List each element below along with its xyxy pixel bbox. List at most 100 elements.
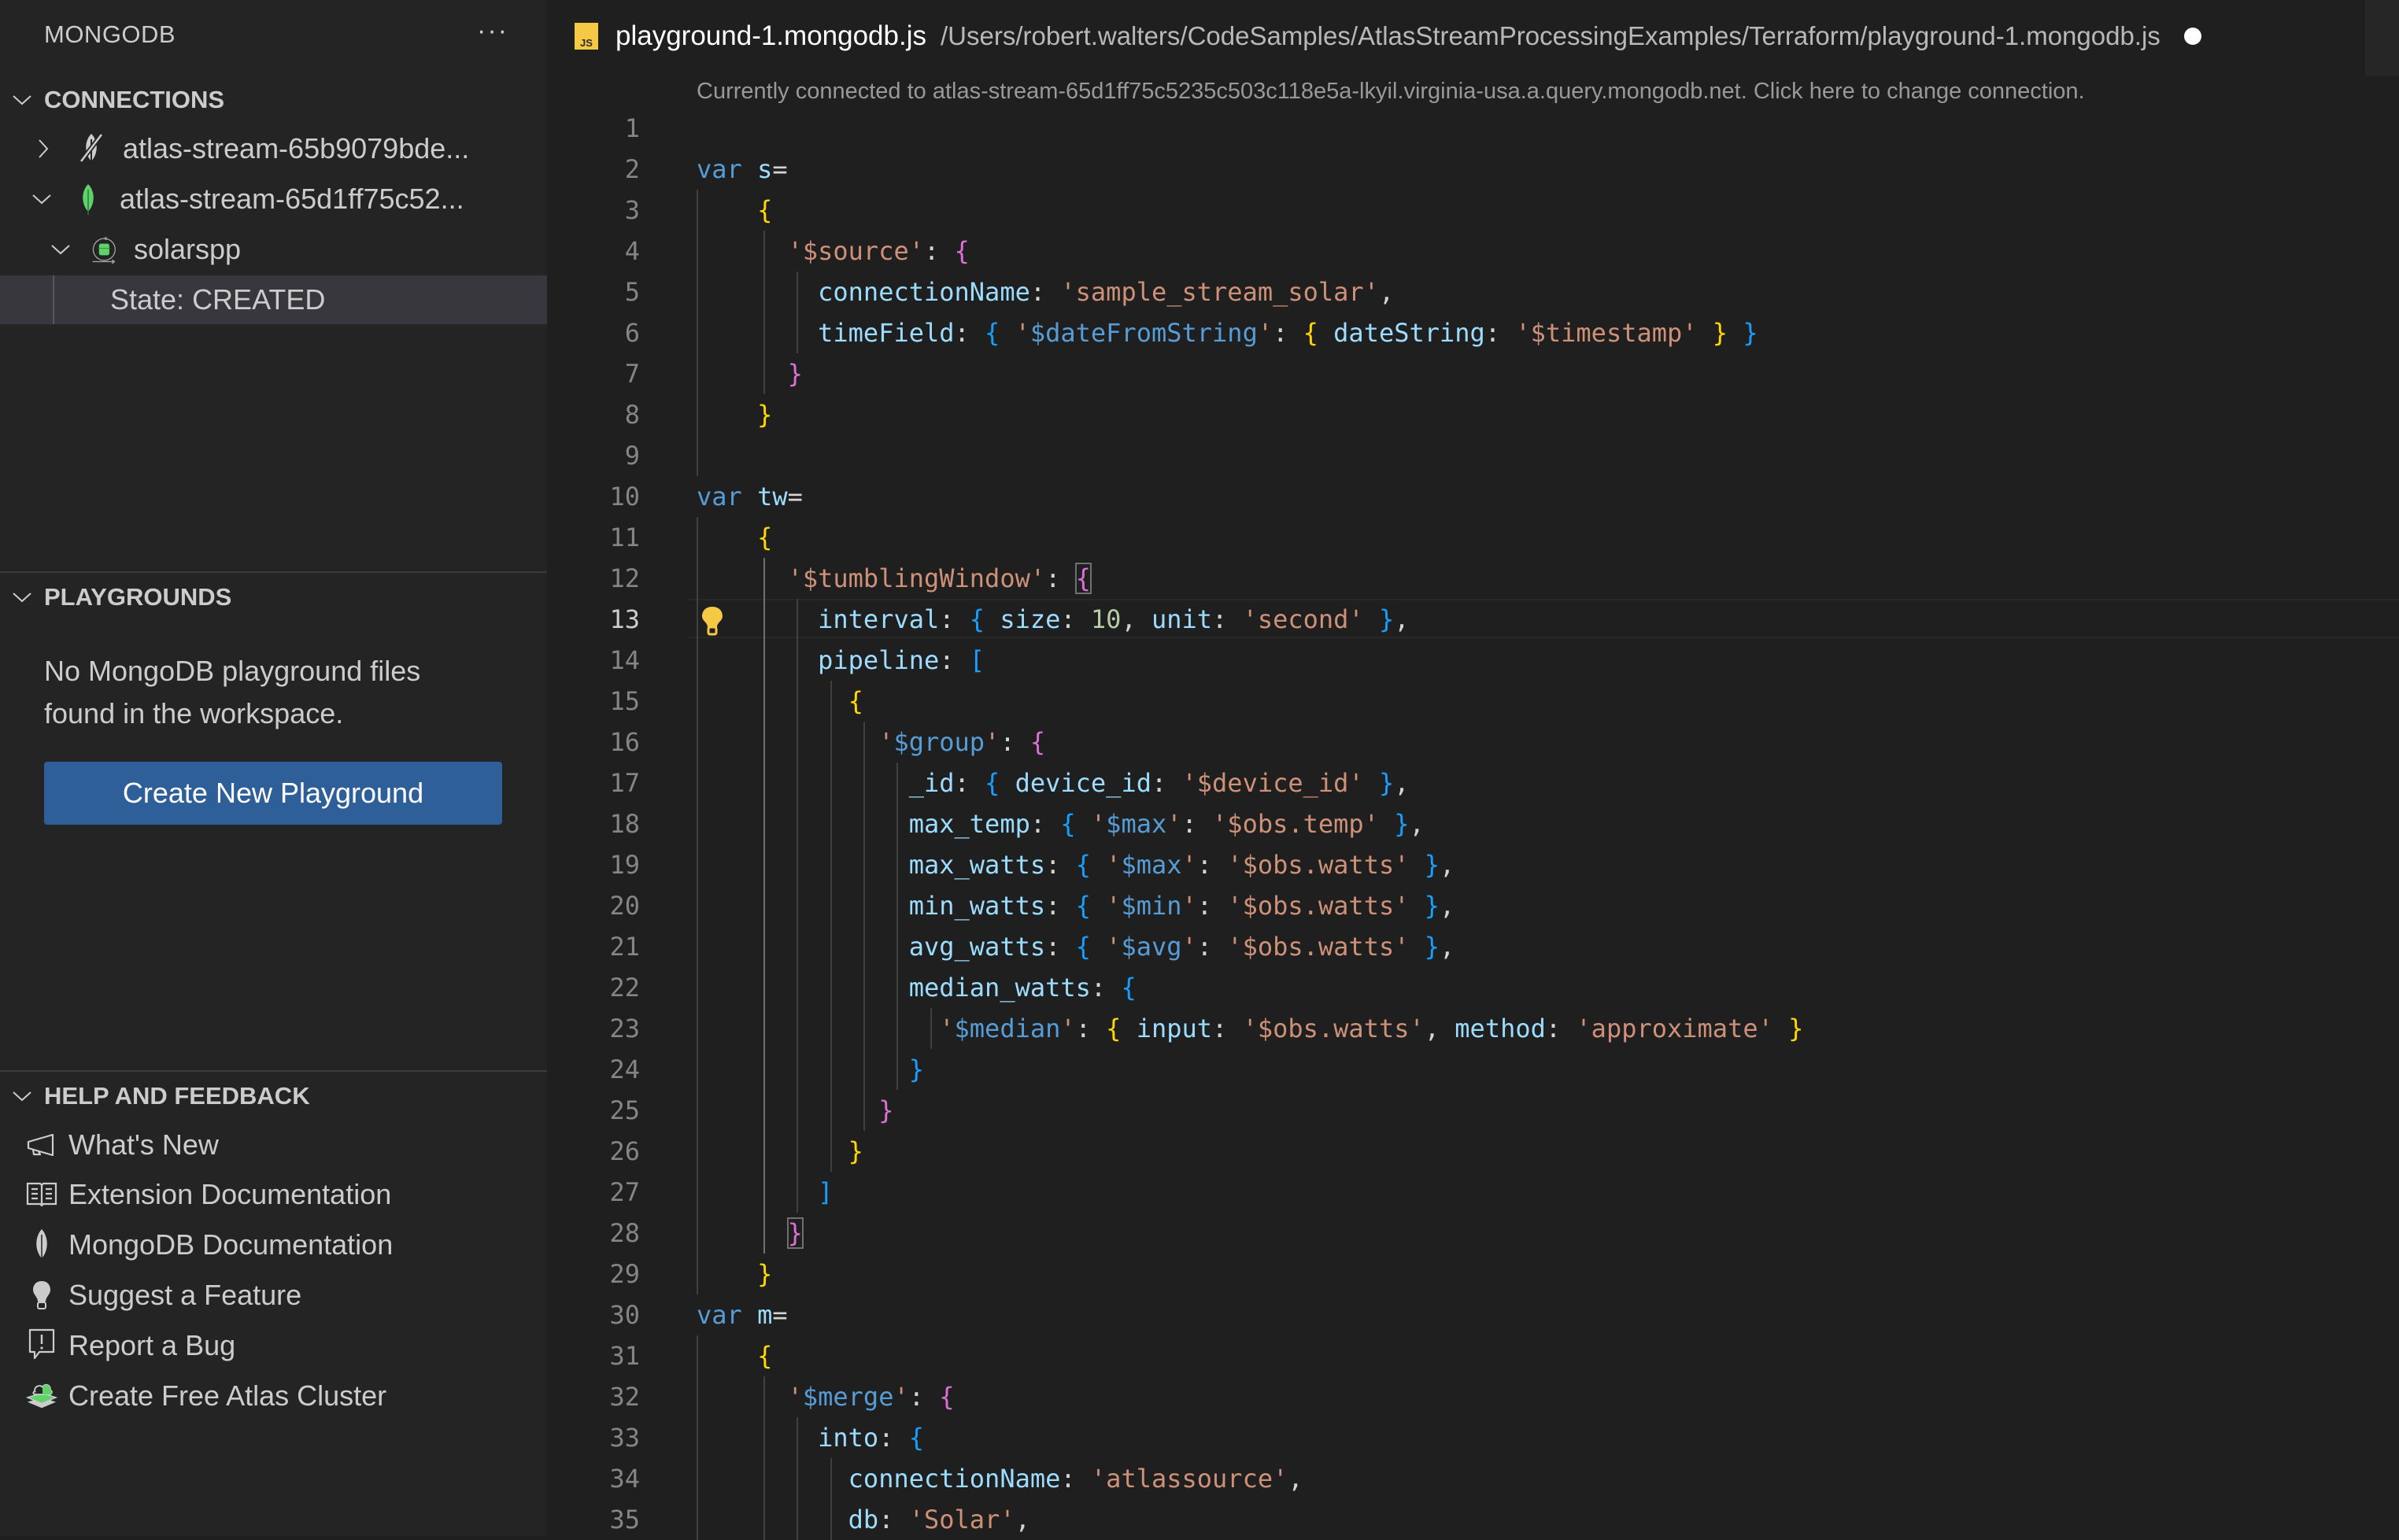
line-number: 6: [624, 318, 640, 348]
code-token-str: '$obs.watts': [1227, 891, 1410, 921]
line-number: 20: [609, 891, 640, 921]
more-actions-button[interactable]: ···: [477, 16, 508, 46]
tree-indent-guide: [53, 275, 54, 324]
code-token-str: '$obs.watts': [1242, 1014, 1425, 1043]
connection-codelens-link[interactable]: Currently connected to atlas-stream-65d1…: [697, 79, 2085, 105]
line-number: 24: [609, 1054, 640, 1084]
code-token-b1: {: [1303, 318, 1318, 348]
code-token-b1: }: [1788, 1014, 1804, 1043]
code-line[interactable]: '$merge': {: [697, 1376, 955, 1417]
code-line[interactable]: }: [697, 1254, 772, 1294]
code-line[interactable]: '$source': {: [697, 231, 970, 271]
line-number: 21: [609, 932, 640, 962]
stream-processor-item[interactable]: solarspp: [0, 225, 547, 274]
line-number: 9: [624, 441, 640, 471]
code-token-op: [1000, 768, 1015, 798]
code-token-b3: {: [1121, 973, 1137, 1003]
code-token-b1: }: [757, 400, 773, 430]
help-item-whats-new[interactable]: What's New: [0, 1121, 547, 1169]
code-token-op: [742, 482, 757, 511]
code-line[interactable]: interval: { size: 10, unit: 'second' },: [697, 599, 1409, 640]
connection-label: atlas-stream-65b9079bde...: [123, 132, 470, 164]
code-token-str: ': [985, 727, 1000, 757]
line-number: 4: [624, 236, 640, 266]
code-line[interactable]: timeField: { '$dateFromString': { dateSt…: [697, 312, 1758, 353]
code-line[interactable]: }: [697, 1131, 863, 1172]
playgrounds-section-header[interactable]: PLAYGROUNDS: [0, 578, 547, 617]
help-item-suggest-feature[interactable]: Suggest a Feature: [0, 1271, 547, 1320]
code-line[interactable]: avg_watts: { '$avg': '$obs.watts' },: [697, 926, 1455, 967]
code-token-punct: ,: [1288, 1464, 1303, 1494]
code-line[interactable]: {: [697, 190, 772, 231]
code-token-str: ': [1015, 318, 1030, 348]
help-header-label: HELP AND FEEDBACK: [44, 1082, 310, 1110]
code-line[interactable]: '$tumblingWindow': {: [697, 558, 1092, 599]
code-line[interactable]: into: {: [697, 1417, 924, 1458]
code-token-op: [1364, 604, 1379, 634]
code-line[interactable]: pipeline: [: [697, 640, 985, 681]
code-line[interactable]: var s=: [697, 149, 788, 190]
code-token-prop: size: [1000, 604, 1061, 634]
playgrounds-header-label: PLAYGROUNDS: [44, 583, 232, 611]
code-token-b3: }: [1743, 318, 1758, 348]
code-token-punct: :: [1196, 891, 1228, 921]
code-line[interactable]: max_temp: { '$max': '$obs.temp' },: [697, 803, 1425, 844]
code-token-op: [1121, 1014, 1136, 1043]
editor-tab[interactable]: JS playground-1.mongodb.js /Users/robert…: [547, 0, 2399, 72]
code-line[interactable]: var tw=: [697, 476, 803, 517]
code-line[interactable]: var m=: [697, 1294, 788, 1335]
code-line[interactable]: }: [697, 1090, 893, 1131]
code-line[interactable]: connectionName: 'sample_stream_solar',: [697, 271, 1394, 312]
unsaved-changes-dot-icon[interactable]: [2183, 28, 2201, 45]
code-line[interactable]: '$group': {: [697, 722, 1045, 763]
line-number: 17: [609, 768, 640, 798]
code-line[interactable]: }: [697, 1049, 924, 1090]
line-number: 7: [624, 359, 640, 389]
code-line[interactable]: {: [697, 681, 863, 722]
code-line[interactable]: '$median': { input: '$obs.watts', method…: [697, 1008, 1803, 1049]
code-token-op: [1409, 850, 1424, 880]
chevron-down-icon: [49, 238, 72, 261]
help-item-extension-docs[interactable]: Extension Documentation: [0, 1170, 547, 1219]
help-item-report-bug[interactable]: Report a Bug: [0, 1321, 547, 1370]
megaphone-icon: [26, 1128, 57, 1162]
code-line[interactable]: _id: { device_id: '$device_id' },: [697, 763, 1410, 803]
code-line[interactable]: }: [697, 394, 772, 435]
code-line[interactable]: max_watts: { '$max': '$obs.watts' },: [697, 844, 1455, 885]
code-token-op: [697, 973, 909, 1003]
code-token-opkey: $median: [954, 1014, 1061, 1043]
connection-item[interactable]: atlas-stream-65b9079bde...: [0, 124, 547, 173]
code-token-punct: ,: [1409, 809, 1425, 839]
code-token-b3: }: [1424, 932, 1440, 962]
code-token-op: [742, 1300, 757, 1330]
line-number: 5: [624, 277, 640, 307]
code-line[interactable]: median_watts: {: [697, 967, 1137, 1008]
connection-item-active[interactable]: atlas-stream-65d1ff75c52...: [0, 175, 547, 223]
state-item[interactable]: State: CREATED: [0, 275, 547, 324]
connections-section-header[interactable]: CONNECTIONS: [0, 80, 547, 120]
help-item-create-atlas-cluster[interactable]: Create Free Atlas Cluster: [0, 1372, 547, 1420]
help-section-header[interactable]: HELP AND FEEDBACK: [0, 1077, 547, 1116]
code-token-punct: :: [1045, 850, 1076, 880]
code-token-str: ': [787, 1382, 803, 1412]
code-line[interactable]: {: [697, 1335, 772, 1376]
code-line[interactable]: }: [697, 1213, 804, 1254]
code-token-op: [697, 1259, 757, 1289]
code-token-punct: :: [923, 236, 955, 266]
code-line[interactable]: ]: [697, 1172, 833, 1213]
code-token-punct: :: [954, 318, 985, 348]
help-item-label: Report a Bug: [68, 1329, 236, 1361]
code-line[interactable]: }: [697, 353, 803, 394]
code-token-punct: :: [1212, 604, 1243, 634]
line-number: 33: [609, 1423, 640, 1453]
code-line[interactable]: {: [697, 517, 772, 558]
code-action-lightbulb-icon[interactable]: [700, 605, 724, 641]
line-number: 30: [609, 1300, 640, 1330]
code-line[interactable]: min_watts: { '$min': '$obs.watts' },: [697, 885, 1455, 926]
code-line[interactable]: db: 'Solar',: [697, 1499, 1030, 1540]
code-line[interactable]: connectionName: 'atlassource',: [697, 1458, 1303, 1499]
create-new-playground-button[interactable]: Create New Playground: [44, 762, 502, 825]
help-item-mongodb-docs[interactable]: MongoDB Documentation: [0, 1221, 547, 1269]
code-token-punct: :: [878, 1423, 909, 1453]
code-token-punct: :: [1075, 1014, 1107, 1043]
